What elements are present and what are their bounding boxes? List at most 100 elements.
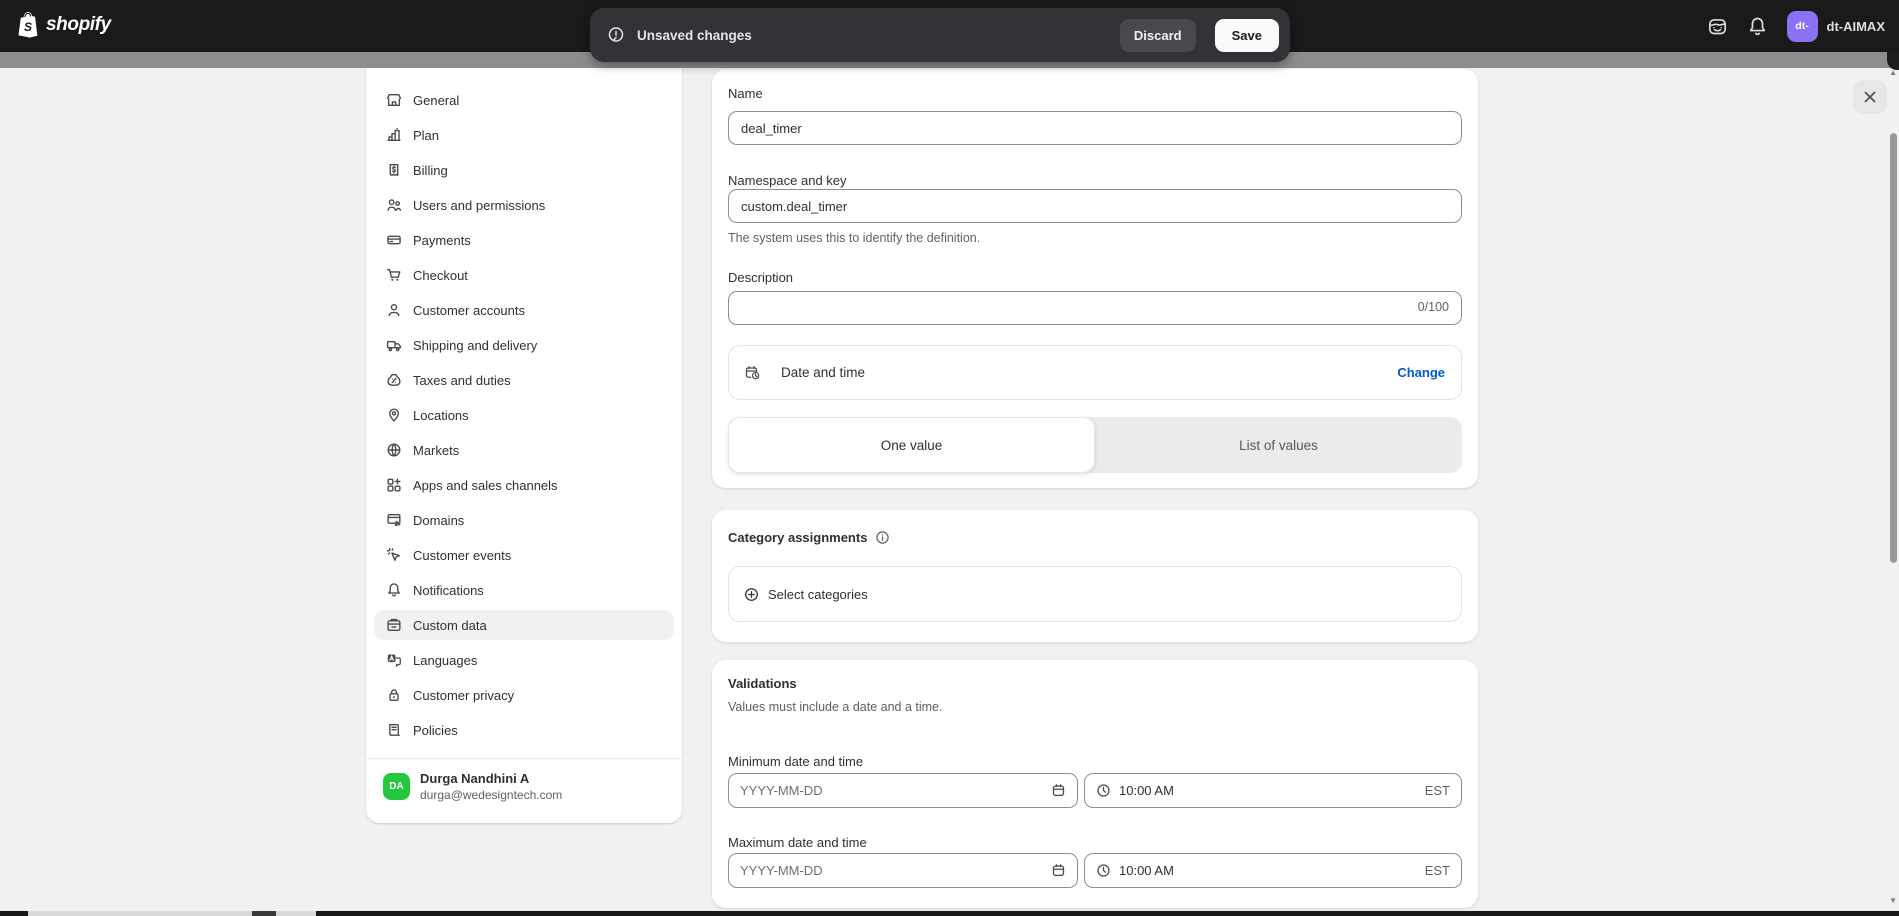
- sidebar-item-general[interactable]: General: [374, 85, 674, 115]
- shipping-truck-icon: [386, 337, 402, 353]
- minimum-timezone: EST: [1425, 783, 1450, 798]
- namespace-label: Namespace and key: [728, 173, 847, 188]
- name-label: Name: [728, 86, 763, 101]
- sidekick-assistant-icon[interactable]: [1707, 16, 1728, 37]
- plan-icon: [386, 127, 402, 143]
- shopify-wordmark: shopify: [46, 14, 111, 36]
- save-button[interactable]: Save: [1215, 19, 1279, 52]
- payments-icon: [386, 232, 402, 248]
- sidebar-item-plan[interactable]: Plan: [374, 120, 674, 150]
- apps-grid-icon: [386, 477, 402, 493]
- sidebar-item-languages[interactable]: Languages: [374, 645, 674, 675]
- cardinality-segmented-control: One value List of values: [728, 417, 1462, 473]
- sidebar-item-locations[interactable]: Locations: [374, 400, 674, 430]
- sidebar-divider: [366, 758, 682, 759]
- notifications-bell-icon[interactable]: [1747, 16, 1768, 37]
- topbar: S shopify Unsaved changes Discard Save: [0, 0, 1899, 52]
- maximum-date-placeholder: YYYY-MM-DD: [740, 863, 823, 878]
- policies-document-icon: [386, 722, 402, 738]
- select-categories-button[interactable]: Select categories: [728, 566, 1462, 622]
- description-counter: 0/100: [1418, 300, 1449, 314]
- sidebar-item-policies[interactable]: Policies: [374, 715, 674, 745]
- notifications-bell-icon: [386, 582, 402, 598]
- billing-icon: [386, 162, 402, 178]
- scrollbar-up-arrow[interactable]: ▲: [1889, 68, 1897, 77]
- store-avatar: dt-: [1787, 11, 1818, 42]
- user-block[interactable]: DA Durga Nandhini A durga@wedesigntech.c…: [383, 770, 562, 803]
- custom-data-icon: [386, 617, 402, 633]
- languages-icon: [386, 652, 402, 668]
- content-type-box: Date and time Change: [728, 345, 1462, 400]
- unsaved-changes-bar: Unsaved changes Discard Save: [590, 8, 1290, 62]
- user-email: durga@wedesigntech.com: [420, 787, 562, 803]
- category-title-row: Category assignments: [728, 530, 890, 545]
- validations-card: Validations Values must include a date a…: [712, 660, 1478, 908]
- sidebar-item-apps[interactable]: Apps and sales channels: [374, 470, 674, 500]
- content-type-label: Date and time: [781, 365, 865, 380]
- store-icon: [386, 92, 402, 108]
- shopify-logo[interactable]: S shopify: [16, 11, 111, 39]
- customer-accounts-icon: [386, 302, 402, 318]
- name-input[interactable]: [728, 111, 1462, 145]
- maximum-date-input[interactable]: YYYY-MM-DD: [728, 853, 1078, 888]
- store-menu[interactable]: dt- dt-AIMAX: [1787, 11, 1886, 42]
- namespace-help: The system uses this to identify the def…: [728, 231, 980, 245]
- description-input[interactable]: [728, 291, 1462, 325]
- list-of-values-tab[interactable]: List of values: [1095, 417, 1462, 473]
- info-icon[interactable]: [875, 530, 890, 545]
- calendar-icon: [1051, 783, 1066, 798]
- definition-card: Name Namespace and key The system uses t…: [712, 69, 1478, 488]
- markets-globe-icon: [386, 442, 402, 458]
- namespace-input[interactable]: [728, 189, 1462, 223]
- change-type-link[interactable]: Change: [1397, 365, 1445, 380]
- taxes-icon: [386, 372, 402, 388]
- sidebar-item-custom-data[interactable]: Custom data: [374, 610, 674, 640]
- category-assignments-card: Category assignments Select categories: [712, 510, 1478, 642]
- clock-icon: [1096, 863, 1111, 878]
- minimum-time-value: 10:00 AM: [1119, 783, 1174, 798]
- alert-icon: [606, 25, 626, 45]
- maximum-time-input[interactable]: 10:00 AM EST: [1084, 853, 1462, 888]
- sidebar-item-customer-events[interactable]: Customer events: [374, 540, 674, 570]
- plus-circle-icon: [744, 587, 759, 602]
- sidebar-item-billing[interactable]: Billing: [374, 155, 674, 185]
- lock-icon: [386, 687, 402, 703]
- discard-button[interactable]: Discard: [1120, 19, 1196, 52]
- date-time-icon: [745, 365, 760, 380]
- minimum-date-input[interactable]: YYYY-MM-DD: [728, 773, 1078, 808]
- clock-icon: [1096, 783, 1111, 798]
- user-name: Durga Nandhini A: [420, 770, 562, 787]
- sidebar-item-shipping[interactable]: Shipping and delivery: [374, 330, 674, 360]
- minimum-label: Minimum date and time: [728, 754, 863, 769]
- maximum-timezone: EST: [1425, 863, 1450, 878]
- sidebar-item-checkout[interactable]: Checkout: [374, 260, 674, 290]
- checkout-cart-icon: [386, 267, 402, 283]
- category-title: Category assignments: [728, 530, 867, 545]
- users-icon: [386, 197, 402, 213]
- customer-events-cursor-icon: [386, 547, 402, 563]
- maximum-label: Maximum date and time: [728, 835, 867, 850]
- sidebar-item-taxes[interactable]: Taxes and duties: [374, 365, 674, 395]
- sidebar-item-domains[interactable]: Domains: [374, 505, 674, 535]
- user-avatar: DA: [383, 773, 410, 800]
- description-label: Description: [728, 270, 793, 285]
- vertical-scrollbar-thumb[interactable]: [1890, 133, 1897, 563]
- horizontal-scrollbar-thumb[interactable]: [252, 911, 276, 916]
- one-value-tab[interactable]: One value: [728, 417, 1095, 473]
- sidebar-item-markets[interactable]: Markets: [374, 435, 674, 465]
- sidebar-item-users[interactable]: Users and permissions: [374, 190, 674, 220]
- sidebar-item-notifications[interactable]: Notifications: [374, 575, 674, 605]
- svg-text:S: S: [24, 20, 32, 34]
- select-categories-label: Select categories: [768, 587, 868, 602]
- topbar-actions: dt- dt-AIMAX: [1707, 0, 1886, 52]
- sidebar-item-payments[interactable]: Payments: [374, 225, 674, 255]
- shopify-bag-icon: S: [16, 11, 41, 39]
- sidebar-item-customer-accounts[interactable]: Customer accounts: [374, 295, 674, 325]
- sidebar-item-customer-privacy[interactable]: Customer privacy: [374, 680, 674, 710]
- close-button[interactable]: [1853, 80, 1887, 114]
- locations-pin-icon: [386, 407, 402, 423]
- maximum-time-value: 10:00 AM: [1119, 863, 1174, 878]
- calendar-icon: [1051, 863, 1066, 878]
- minimum-time-input[interactable]: 10:00 AM EST: [1084, 773, 1462, 808]
- scrollbar-down-arrow[interactable]: ▼: [1889, 896, 1897, 905]
